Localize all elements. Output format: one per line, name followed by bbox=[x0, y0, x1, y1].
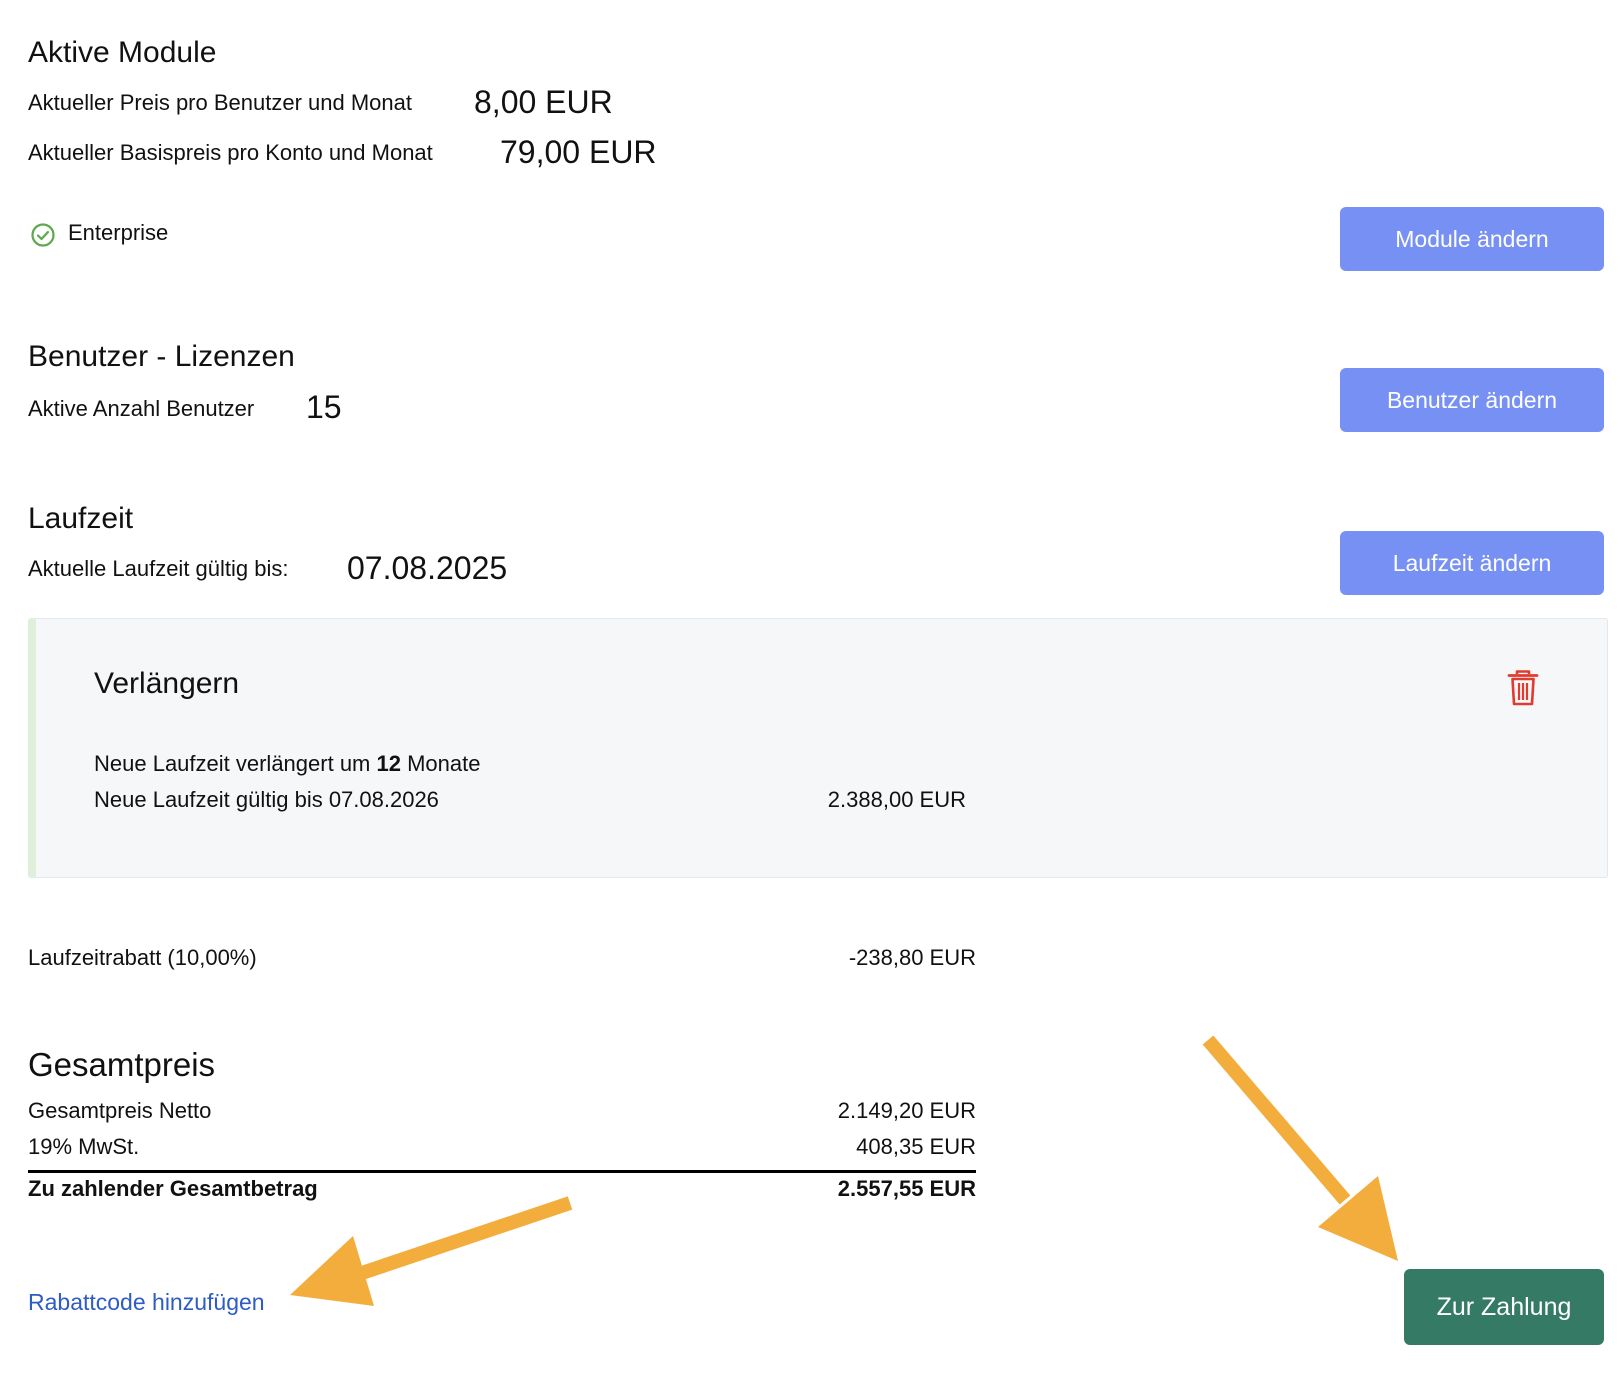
arrow-to-payment-button-icon bbox=[1202, 1035, 1398, 1261]
active-module-label: Enterprise bbox=[68, 220, 169, 245]
net-total-value: 2.149,20 EUR bbox=[837, 1098, 976, 1123]
total-divider bbox=[28, 1170, 976, 1173]
extension-months-value: 12 bbox=[376, 751, 401, 776]
extension-price: 2.388,00 EUR bbox=[827, 787, 966, 812]
arrow-to-coupon-link-icon bbox=[290, 1196, 573, 1306]
proceed-to-payment-button[interactable]: Zur Zahlung bbox=[1404, 1269, 1604, 1345]
users-title: Benutzer - Lizenzen bbox=[28, 340, 295, 373]
change-users-button[interactable]: Benutzer ändern bbox=[1340, 368, 1604, 432]
check-circle-icon bbox=[30, 222, 56, 248]
modules-title: Aktive Module bbox=[28, 36, 217, 69]
term-title: Laufzeit bbox=[28, 502, 134, 535]
discount-value: -238,80 EUR bbox=[848, 945, 976, 970]
change-term-button[interactable]: Laufzeit ändern bbox=[1340, 531, 1604, 595]
change-modules-button[interactable]: Module ändern bbox=[1340, 207, 1604, 271]
term-valid-label: Aktuelle Laufzeit gültig bis: bbox=[28, 556, 289, 581]
price-per-user-value: 8,00 EUR bbox=[474, 84, 613, 120]
extension-months-prefix: Neue Laufzeit verlängert um bbox=[94, 751, 377, 776]
delete-extension-button[interactable] bbox=[1506, 669, 1540, 707]
extension-card: Verlängern Neue Laufzeit verlängert um 1… bbox=[28, 618, 1608, 878]
extension-months-suffix: Monate bbox=[400, 751, 481, 776]
extension-valid-until: Neue Laufzeit gültig bis 07.08.2026 bbox=[94, 787, 439, 812]
extension-months-line: Neue Laufzeit verlängert um 12 Monate bbox=[94, 751, 480, 777]
trash-icon bbox=[1506, 670, 1540, 711]
term-valid-value: 07.08.2025 bbox=[347, 550, 508, 586]
discount-label: Laufzeitrabatt (10,00%) bbox=[28, 945, 257, 970]
active-users-value: 15 bbox=[306, 389, 342, 425]
extension-title: Verlängern bbox=[94, 667, 240, 700]
amount-due-label: Zu zahlender Gesamtbetrag bbox=[28, 1176, 318, 1201]
vat-label: 19% MwSt. bbox=[28, 1134, 140, 1159]
active-users-label: Aktive Anzahl Benutzer bbox=[28, 396, 255, 421]
amount-due-value: 2.557,55 EUR bbox=[837, 1176, 976, 1201]
vat-value: 408,35 EUR bbox=[856, 1134, 976, 1159]
price-per-user-label: Aktueller Preis pro Benutzer und Monat bbox=[28, 90, 412, 115]
base-price-value: 79,00 EUR bbox=[500, 134, 657, 170]
base-price-label: Aktueller Basispreis pro Konto und Monat bbox=[28, 140, 433, 165]
net-total-label: Gesamtpreis Netto bbox=[28, 1098, 212, 1123]
total-title: Gesamtpreis bbox=[28, 1046, 216, 1083]
add-coupon-link[interactable]: Rabattcode hinzufügen bbox=[28, 1289, 265, 1316]
